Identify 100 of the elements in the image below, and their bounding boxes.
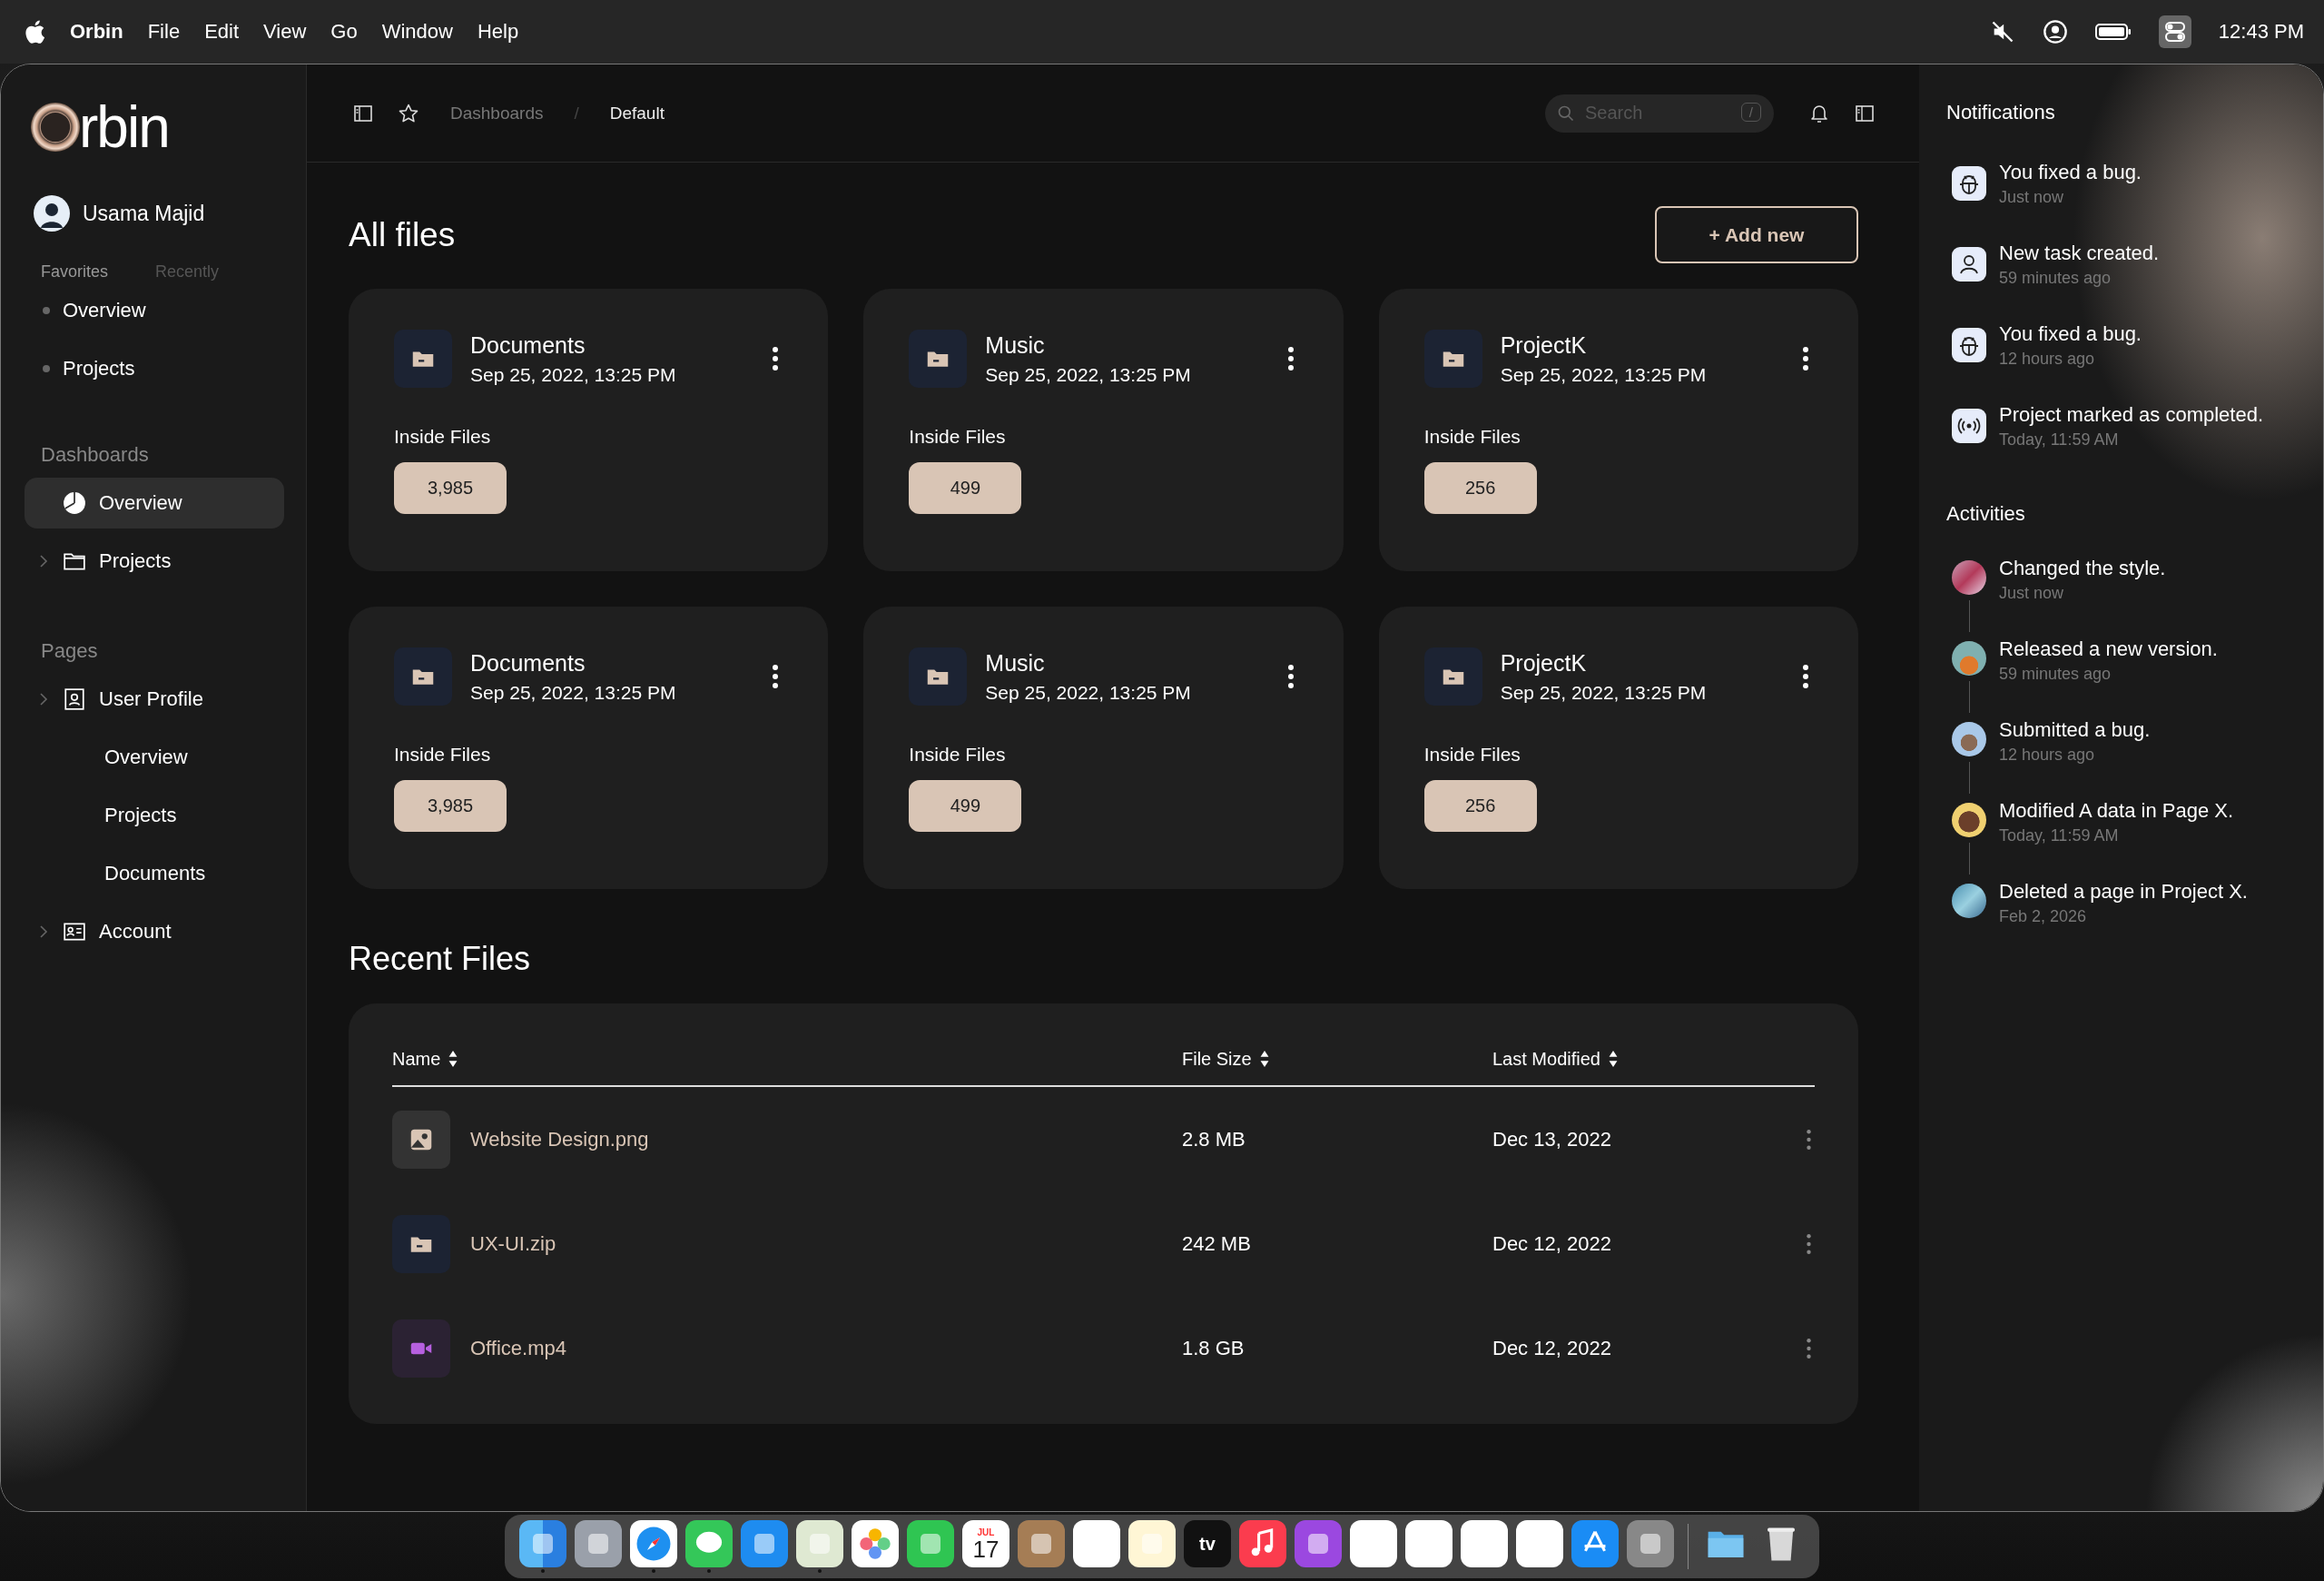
nav-item[interactable]: User Profile: [25, 674, 284, 725]
menu-item[interactable]: File: [147, 20, 181, 44]
nav-item[interactable]: Account: [25, 906, 284, 957]
file-size: 242 MB: [1182, 1231, 1252, 1256]
section-heading: Dashboards: [41, 443, 150, 467]
app-icon[interactable]: [796, 1520, 843, 1567]
panel-heading: Notifications: [1946, 101, 2056, 124]
app-icon[interactable]: [1239, 1520, 1286, 1567]
folder-icon: [394, 647, 452, 706]
app-icon[interactable]: [1461, 1520, 1508, 1567]
app-icon[interactable]: [1073, 1520, 1120, 1567]
app-icon[interactable]: [1128, 1520, 1176, 1567]
folder-date: Sep 25, 2022, 13:25 PM: [1500, 681, 1708, 704]
folder-icon: [909, 330, 968, 388]
favorite-link[interactable]: Overview: [63, 299, 146, 322]
app-icon[interactable]: tv: [1184, 1520, 1231, 1567]
breadcrumb[interactable]: Dashboards: [450, 103, 544, 124]
nav-item[interactable]: Projects: [25, 790, 284, 841]
app-icon[interactable]: [575, 1520, 622, 1567]
column-header[interactable]: Name: [392, 1048, 1182, 1070]
favorite-link[interactable]: Projects: [63, 357, 135, 380]
more-options-icon[interactable]: [772, 346, 780, 371]
more-options-icon[interactable]: [1802, 346, 1809, 371]
nav-item[interactable]: Overview: [25, 478, 284, 529]
user-icon[interactable]: [2042, 19, 2068, 44]
folder-date: Sep 25, 2022, 13:25 PM: [470, 681, 677, 704]
column-header[interactable]: File Size: [1182, 1048, 1492, 1070]
notification-text: New task created.: [1999, 242, 2160, 265]
timestamp: Today, 11:59 AM: [1999, 826, 2120, 845]
app-icon[interactable]: [685, 1520, 733, 1567]
file-count: 499: [909, 780, 1022, 832]
app-icon[interactable]: [1405, 1520, 1452, 1567]
menu-item[interactable]: View: [263, 20, 307, 44]
app-icon[interactable]: [1571, 1520, 1619, 1567]
nav-item[interactable]: Projects: [25, 536, 284, 587]
activity-text: Released a new version.: [1999, 637, 2218, 661]
inside-files-label: Inside Files: [1423, 426, 1521, 448]
modified-date: Dec 12, 2022: [1492, 1336, 1612, 1360]
image-file-icon: [392, 1110, 450, 1169]
app-menu[interactable]: Orbin: [70, 20, 123, 44]
video-camera-icon: [392, 1319, 450, 1378]
folder-card[interactable]: Music Sep 25, 2022, 13:25 PM Inside Files 499: [863, 289, 1344, 571]
file-name[interactable]: Office.mp4: [470, 1336, 566, 1360]
ring-logo-icon: [30, 102, 81, 153]
folder-name: Documents: [470, 331, 586, 359]
timestamp: 59 minutes ago: [1999, 269, 2112, 288]
file-count: 3,985: [394, 780, 507, 832]
more-options-icon[interactable]: [1286, 346, 1295, 371]
folder-card[interactable]: ProjectK Sep 25, 2022, 13:25 PM Inside Files 256: [1378, 289, 1858, 571]
app-icon[interactable]: JUL 17: [962, 1520, 1009, 1567]
folder-card[interactable]: Documents Sep 25, 2022, 13:25 PM Inside Files 3,985: [349, 289, 829, 571]
folder-card[interactable]: Documents Sep 25, 2022, 13:25 PM Inside Files 3,985: [349, 607, 829, 889]
more-options-icon[interactable]: [772, 664, 780, 689]
breadcrumb[interactable]: Default: [609, 103, 665, 124]
avatar: [1952, 722, 1986, 756]
folder-date: Sep 25, 2022, 13:25 PM: [985, 363, 1192, 386]
notification-text: You fixed a bug.: [1999, 161, 2142, 184]
battery-icon[interactable]: [2094, 23, 2132, 41]
menu-item[interactable]: Window: [381, 20, 453, 44]
more-options-icon[interactable]: [1286, 664, 1295, 689]
modified-date: Dec 12, 2022: [1492, 1231, 1612, 1256]
file-name[interactable]: UX-UI.zip: [470, 1231, 556, 1256]
broadcast-icon: [1952, 409, 1986, 443]
nav-item[interactable]: Overview: [25, 732, 284, 783]
add-new-button[interactable]: + Add new: [1655, 206, 1858, 263]
app-icon[interactable]: [630, 1520, 677, 1567]
apple-icon[interactable]: [24, 19, 45, 44]
activity-text: Modified A data in Page X.: [1999, 799, 2234, 823]
more-options-icon[interactable]: [1802, 664, 1809, 689]
menu-item[interactable]: Go: [330, 20, 358, 44]
column-header[interactable]: Last Modified: [1492, 1048, 1806, 1070]
shortcut-key: /: [1740, 102, 1761, 122]
file-name[interactable]: Website Design.png: [470, 1127, 649, 1151]
file-count: 256: [1423, 780, 1537, 832]
app-icon[interactable]: [907, 1520, 954, 1567]
star-icon[interactable]: [398, 102, 419, 124]
folder-date: Sep 25, 2022, 13:25 PM: [470, 363, 677, 386]
app-icon[interactable]: [741, 1520, 788, 1567]
timestamp: Just now: [1999, 188, 2065, 207]
inside-files-label: Inside Files: [909, 744, 1006, 766]
folder-card[interactable]: ProjectK Sep 25, 2022, 13:25 PM Inside Files 256: [1378, 607, 1858, 889]
app-icon[interactable]: [1295, 1520, 1342, 1567]
section-title: Recent Files: [349, 940, 532, 978]
page-title: All files: [349, 215, 456, 254]
bullet-icon: [43, 365, 50, 372]
app-icon[interactable]: [852, 1520, 899, 1567]
folder-card[interactable]: Music Sep 25, 2022, 13:25 PM Inside Files 499: [863, 607, 1344, 889]
user-name: Usama Majid: [83, 201, 205, 226]
app-icon[interactable]: [519, 1520, 566, 1567]
app-icon[interactable]: [1018, 1520, 1065, 1567]
nav-item[interactable]: Documents: [25, 848, 284, 899]
app-icon[interactable]: [1627, 1520, 1674, 1567]
menu-item[interactable]: Edit: [204, 20, 240, 44]
sidebar-tab[interactable]: Favorites: [41, 262, 109, 282]
app-icon[interactable]: [1350, 1520, 1397, 1567]
control-center-icon[interactable]: [2158, 15, 2191, 48]
sort-icon: [1258, 1050, 1270, 1068]
menu-item[interactable]: Help: [477, 20, 519, 44]
app-icon[interactable]: [1516, 1520, 1563, 1567]
clock[interactable]: 12:43 PM: [2218, 20, 2304, 44]
